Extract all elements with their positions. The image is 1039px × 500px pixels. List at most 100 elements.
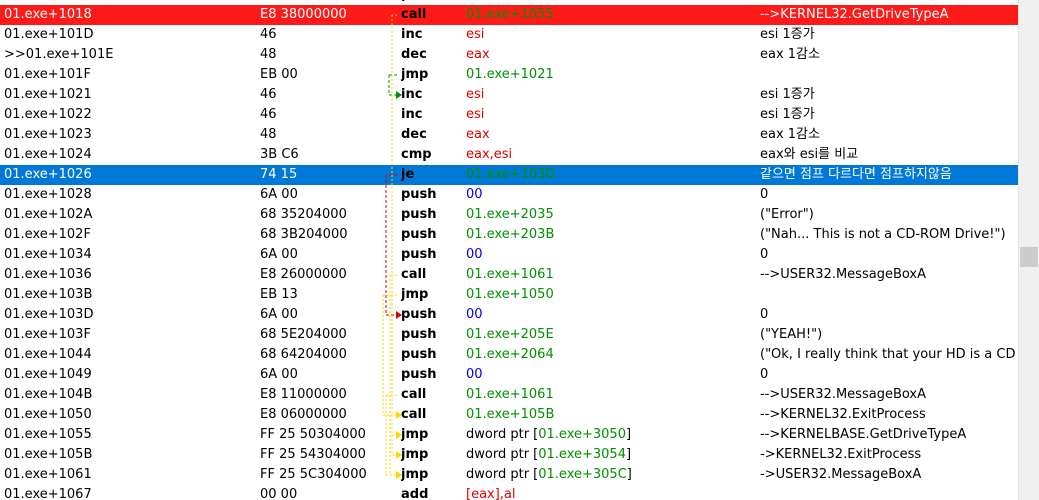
operand-part: 01.exe+1050 <box>466 287 554 302</box>
mnemonic: call <box>401 7 427 22</box>
opcode-bytes: 46 <box>260 107 277 122</box>
operand-part: 01.exe+105B <box>466 407 555 422</box>
address: 01.exe+1044 <box>4 347 92 362</box>
operand-part: 00 <box>466 367 483 382</box>
operand: 00 <box>466 365 756 385</box>
opcode-bytes: 48 <box>260 127 277 142</box>
comment: 0 <box>760 187 769 202</box>
mnemonic: push <box>401 247 437 262</box>
disasm-row[interactable]: 01.exe+101D 46 inc esi esi 1증가 <box>0 25 1018 45</box>
address: 01.exe+1023 <box>4 127 92 142</box>
disasm-row[interactable]: 01.exe+1050 E8 06000000 call 01.exe+105B -->… <box>0 405 1018 425</box>
disasm-row[interactable]: 01.exe+1034 6A 00 push 00 0 <box>0 245 1018 265</box>
operand-part: 01.exe+3050 <box>538 427 626 442</box>
operand-part: [eax],al <box>466 487 516 500</box>
disasm-row[interactable]: 01.exe+1026 74 15 je 01.exe+103D 같으면 점프 다르다면… <box>0 165 1018 185</box>
mnemonic: push <box>401 207 437 222</box>
comment: eax 1감소 <box>760 127 820 142</box>
opcode-bytes: 46 <box>260 27 277 42</box>
opcode-bytes: FF 25 54304000 <box>260 447 366 462</box>
mnemonic: inc <box>401 107 423 122</box>
mnemonic: jmp <box>401 447 429 462</box>
address: 01.exe+101F <box>4 67 91 82</box>
disasm-row[interactable]: 01.exe+1061 FF 25 5C304000 jmp dword ptr [0… <box>0 465 1018 485</box>
opcode-bytes: FF 25 50304000 <box>260 427 366 442</box>
operand-part: 00 <box>466 247 483 262</box>
disasm-row[interactable]: 01.exe+102A 68 35204000 push 01.exe+2035 ("E… <box>0 205 1018 225</box>
operand-part: ] <box>625 427 632 442</box>
comment <box>760 65 1018 85</box>
disassembly-view[interactable]: push 01.exe+1018E8 38000000call01.exe+10… <box>0 0 1018 500</box>
opcode-bytes: 68 3B204000 <box>260 227 348 242</box>
disasm-row[interactable]: 01.exe+1036 E8 26000000 call 01.exe+1061 -->… <box>0 265 1018 285</box>
disasm-row[interactable]: 01.exe+102F 68 3B204000 push 01.exe+203B ("N… <box>0 225 1018 245</box>
comment: -->USER32.MessageBoxA <box>760 267 926 282</box>
mnemonic: call <box>401 387 427 402</box>
operand-part: 01.exe+205E <box>466 327 554 342</box>
disasm-row[interactable]: 01.exe+1021 46 inc esi esi 1증가 <box>0 85 1018 105</box>
mnemonic: call <box>401 267 427 282</box>
opcode-bytes: EB 13 <box>260 287 298 302</box>
address: 01.exe+1036 <box>4 267 92 282</box>
operand: 01.exe+1021 <box>466 65 756 85</box>
comment: -->KERNELBASE.GetDriveTypeA <box>760 427 967 442</box>
operand-part: eax,esi <box>466 147 513 162</box>
operand-part: 00 <box>466 187 483 202</box>
address: 01.exe+103F <box>4 327 91 342</box>
mnemonic: jmp <box>401 287 429 302</box>
comment: 0 <box>760 367 769 382</box>
opcode-bytes: 46 <box>260 87 277 102</box>
operand-part: eax <box>466 127 490 142</box>
opcode-bytes: 68 5E204000 <box>260 327 347 342</box>
mnemonic: je <box>401 167 415 182</box>
vertical-scrollbar[interactable] <box>1018 0 1039 500</box>
mnemonic: inc <box>401 27 423 42</box>
mnemonic: add <box>401 487 429 500</box>
comment: ("Error") <box>760 207 814 222</box>
operand-part: 01.exe+2035 <box>466 207 554 222</box>
mnemonic: push <box>401 327 437 342</box>
opcode-bytes: 6A 00 <box>260 187 298 202</box>
address: 01.exe+101D <box>4 27 94 42</box>
mnemonic: inc <box>401 87 423 102</box>
disasm-row[interactable]: >>01.exe+101E 48 dec eax eax 1감소 <box>0 45 1018 65</box>
disasm-row[interactable]: 01.exe+1023 48 dec eax eax 1감소 <box>0 125 1018 145</box>
disasm-row[interactable]: 01.exe+1024 3B C6 cmp eax,esi eax와 esi를 비교 <box>0 145 1018 165</box>
operand: 01.exe+1061 <box>466 265 756 285</box>
operand: esi <box>466 25 756 45</box>
operand-part: esi <box>466 27 485 42</box>
operand-part: 01.exe+1021 <box>466 67 554 82</box>
disasm-row[interactable]: 01.exe+1067 00 00 add [eax],al <box>0 485 1018 500</box>
disasm-row[interactable]: 01.exe+1055 FF 25 50304000 jmp dword ptr [0… <box>0 425 1018 445</box>
operand-part: 01.exe+1061 <box>466 387 554 402</box>
mnemonic: dec <box>401 127 427 142</box>
operand: eax,esi <box>466 145 756 165</box>
comment: -->USER32.MessageBoxA <box>760 387 926 402</box>
comment: 같으면 점프 다르다면 점프하지않음 <box>760 167 952 182</box>
disasm-row[interactable]: 01.exe+101F EB 00 jmp 01.exe+1021 <box>0 65 1018 85</box>
operand-part: esi <box>466 107 485 122</box>
operand-part: 01.exe+1061 <box>466 267 554 282</box>
disasm-row[interactable]: 01.exe+103B EB 13 jmp 01.exe+1050 <box>0 285 1018 305</box>
disasm-row[interactable]: 01.exe+105B FF 25 54304000 jmp dword ptr [0… <box>0 445 1018 465</box>
disasm-row[interactable]: 01.exe+1022 46 inc esi esi 1증가 <box>0 105 1018 125</box>
disasm-row[interactable]: 01.exe+104B E8 11000000 call 01.exe+1061 -->… <box>0 385 1018 405</box>
address: 01.exe+1028 <box>4 187 92 202</box>
operand-part: 00 <box>466 307 483 322</box>
disasm-row[interactable]: 01.exe+103F 68 5E204000 push 01.exe+205E ("Y… <box>0 325 1018 345</box>
disasm-row[interactable]: 01.exe+103D 6A 00 push 00 0 <box>0 305 1018 325</box>
operand: 01.exe+203B <box>466 225 756 245</box>
disasm-row[interactable]: 01.exe+1018 E8 38000000 call 01.exe+1055 -->… <box>0 5 1018 25</box>
mnemonic: dec <box>401 47 427 62</box>
scrollbar-thumb[interactable] <box>1020 247 1038 267</box>
operand: dword ptr [01.exe+3054] <box>466 445 756 465</box>
disasm-row[interactable]: 01.exe+1044 68 64204000 push 01.exe+2064 ("O… <box>0 345 1018 365</box>
address: 01.exe+103B <box>4 287 93 302</box>
mnemonic: jmp <box>401 427 429 442</box>
operand-part: 01.exe+103D <box>466 167 556 182</box>
disasm-row[interactable]: 01.exe+1049 6A 00 push 00 0 <box>0 365 1018 385</box>
opcode-bytes: 6A 00 <box>260 247 298 262</box>
operand: dword ptr [01.exe+305C] <box>466 465 756 485</box>
disasm-row[interactable]: 01.exe+1028 6A 00 push 00 0 <box>0 185 1018 205</box>
operand-part: 01.exe+1055 <box>466 7 554 22</box>
